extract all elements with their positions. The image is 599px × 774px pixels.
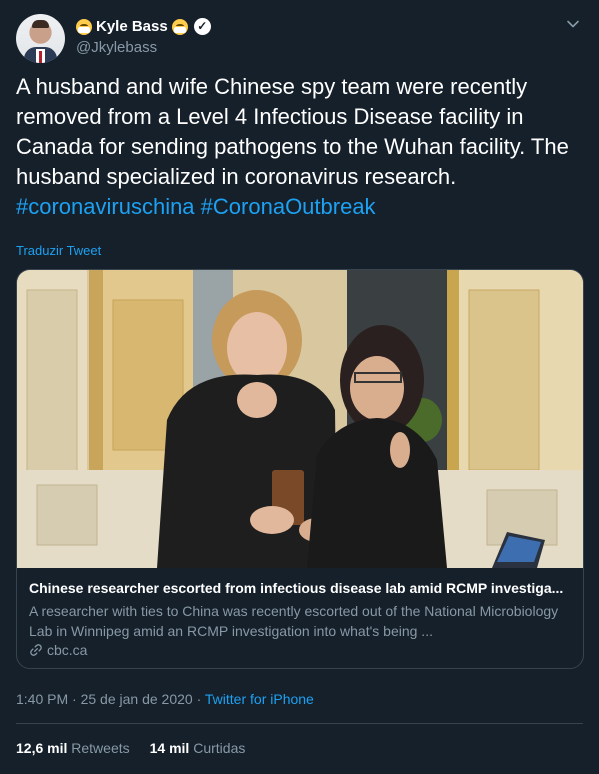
avatar-tie [39, 51, 42, 63]
chevron-down-icon[interactable] [565, 16, 581, 32]
card-image[interactable] [17, 270, 583, 568]
hashtag-link-coronaoutbreak[interactable]: #CoronaOutbreak [201, 194, 376, 219]
tweet-meta: 1:40 PM · 25 de jan de 2020 · Twitter fo… [16, 691, 314, 707]
tweet-date[interactable]: 25 de jan de 2020 [81, 691, 193, 707]
card-domain-text: cbc.ca [47, 642, 88, 658]
translate-tweet-link[interactable]: Traduzir Tweet [16, 243, 101, 258]
verified-badge-icon: ✓ [193, 18, 211, 35]
link-icon [30, 644, 42, 656]
author-handle[interactable]: @Jkylebass [76, 39, 157, 56]
author-display-name[interactable]: Kyle Bass [96, 18, 168, 35]
divider [16, 723, 583, 724]
meta-separator: · [68, 691, 81, 707]
card-domain[interactable]: cbc.ca [29, 642, 87, 658]
meta-separator: · [192, 691, 205, 707]
tweet-stats: 12,6 mil Retweets 14 mil Curtidas [16, 740, 245, 756]
tweet-text: A husband and wife Chinese spy team were… [16, 72, 586, 222]
tweet-source-link[interactable]: Twitter for iPhone [205, 691, 314, 707]
medical-mask-emoji-icon [171, 18, 188, 35]
likes-stat[interactable]: 14 mil Curtidas [150, 740, 246, 756]
avatar-hair [32, 20, 49, 28]
likes-label: Curtidas [193, 740, 246, 756]
author-name-row[interactable]: Kyle Bass ✓ [76, 18, 211, 35]
author-avatar[interactable] [16, 14, 65, 63]
retweets-label: Retweets [71, 740, 130, 756]
retweets-count: 12,6 mil [16, 740, 68, 756]
retweets-stat[interactable]: 12,6 mil Retweets [16, 740, 130, 756]
medical-mask-emoji-icon [76, 18, 92, 35]
hashtag-link-coronaviruschina[interactable]: #coronaviruschina [16, 194, 195, 219]
tweet-body-text: A husband and wife Chinese spy team were… [16, 74, 569, 189]
likes-count: 14 mil [149, 740, 190, 756]
tweet-time[interactable]: 1:40 PM [16, 691, 68, 707]
card-description: A researcher with ties to China was rece… [29, 603, 559, 639]
link-preview-card[interactable]: Chinese researcher escorted from infecti… [16, 269, 584, 669]
card-title[interactable]: Chinese researcher escorted from infecti… [29, 580, 574, 596]
tweet-header: Kyle Bass ✓ @Jkylebass [16, 12, 583, 63]
